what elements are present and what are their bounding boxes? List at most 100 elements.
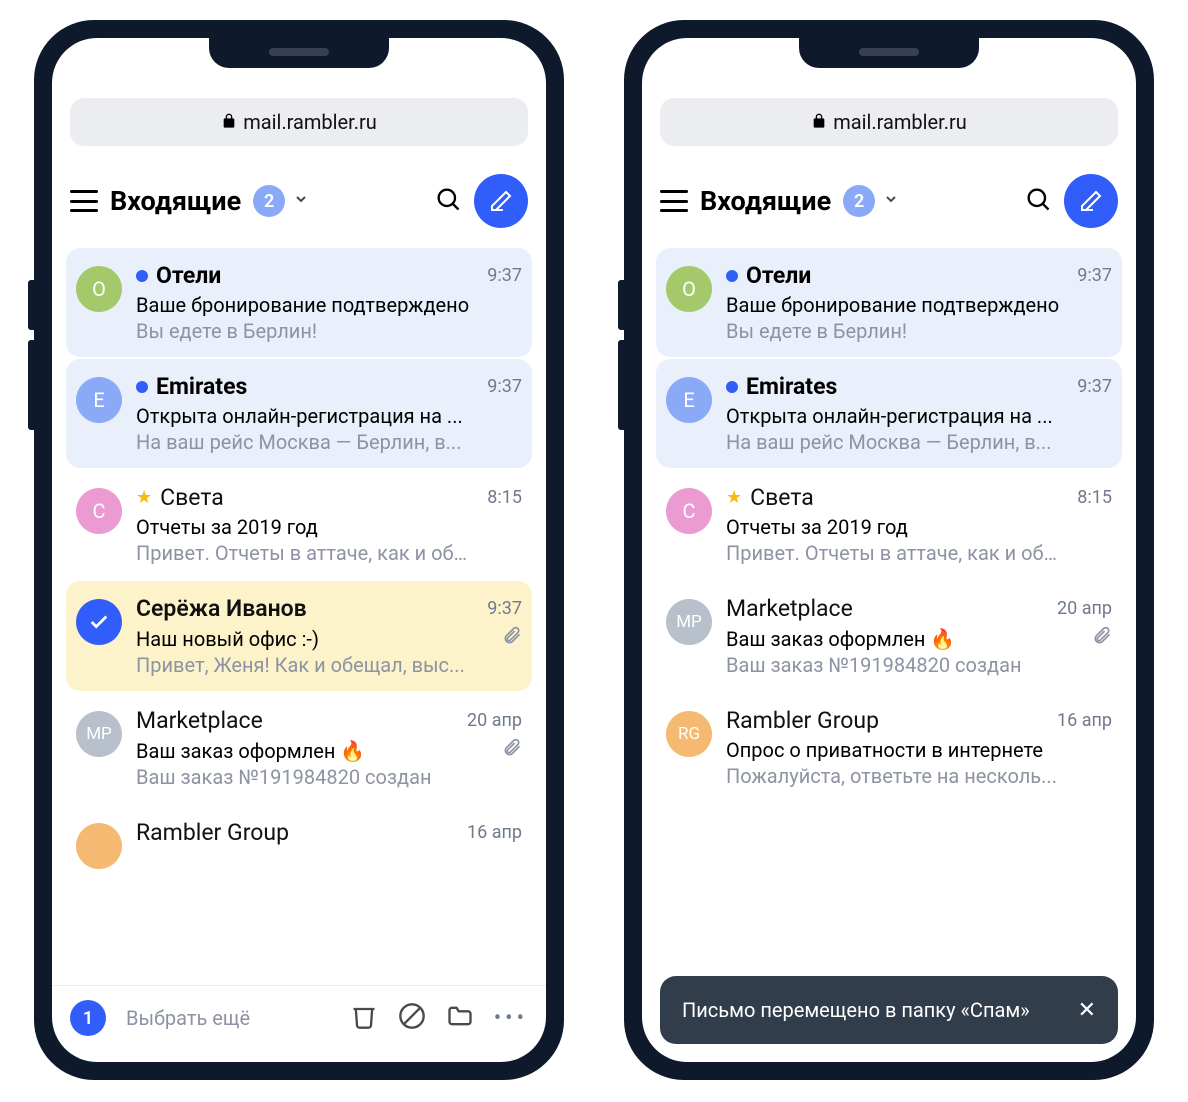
sender: Серёжа Иванов [136,595,479,622]
time: 8:15 [487,487,522,508]
time: 9:37 [1077,376,1112,397]
folder-icon[interactable] [446,1002,474,1034]
preview: Пожалуйста, ответьте на несколь... [726,764,1112,788]
sender: Rambler Group [726,707,1049,734]
screen-left: mail.rambler.ru Входящие 2 О [52,38,546,1062]
sender: Rambler Group [136,819,459,846]
email-list-right[interactable]: О Отели 9:37 Ваше бронирование подтвержд… [642,248,1136,1062]
folder-title[interactable]: Входящие [700,185,831,217]
email-row[interactable]: О Отели 9:37 Ваше бронирование подтвержд… [656,248,1122,357]
time: 20 апр [1057,598,1112,619]
avatar[interactable]: О [76,266,122,312]
speaker [859,48,919,56]
avatar[interactable]: E [76,377,122,423]
attachment-icon [502,738,522,763]
avatar[interactable] [76,823,122,869]
email-row[interactable]: О Отели 9:37 Ваше бронирование подтвержд… [66,248,532,357]
email-row[interactable]: С ★ Света 8:15 Отчеты за 2019 год Привет… [66,470,532,579]
email-row-selected[interactable]: Серёжа Иванов 9:37 Наш новый офис :-) Пр… [66,581,532,691]
sender: Marketplace [136,707,459,734]
email-row[interactable]: E Emirates 9:37 Открыта онлайн-регистрац… [656,359,1122,468]
avatar[interactable]: E [666,377,712,423]
spam-icon[interactable] [398,1002,426,1034]
more-icon[interactable]: ••• [494,1006,528,1031]
time: 9:37 [1077,265,1112,286]
preview: Привет. Отчеты в аттаче, как и об… [726,541,1112,565]
speaker [269,48,329,56]
avatar[interactable]: RG [666,711,712,757]
compose-button[interactable] [1064,174,1118,228]
star-icon[interactable]: ★ [726,487,742,508]
avatar[interactable]: MP [76,711,122,757]
url-text: mail.rambler.ru [243,110,377,134]
unread-badge: 2 [253,185,285,217]
menu-icon[interactable] [70,190,98,212]
chevron-down-icon[interactable] [293,191,309,211]
time: 8:15 [1077,487,1112,508]
selected-count[interactable]: 1 [70,1000,106,1036]
search-icon[interactable] [434,185,462,217]
delete-icon[interactable] [350,1002,378,1034]
menu-icon[interactable] [660,190,688,212]
phone-left: mail.rambler.ru Входящие 2 О [34,20,564,1080]
preview: На ваш рейс Москва — Берлин, в... [726,430,1112,454]
subject: Наш новый офис :-) [136,626,522,651]
subject: Ваш заказ оформлен 🔥 [726,626,1112,651]
select-more-button[interactable]: Выбрать ещё [126,1006,250,1030]
email-row[interactable]: RG Rambler Group 16 апр Опрос о приватно… [656,693,1122,802]
avatar[interactable]: О [666,266,712,312]
screen-right: mail.rambler.ru Входящие 2 О [642,38,1136,1062]
time: 9:37 [487,265,522,286]
avatar[interactable]: MP [666,599,712,645]
toast-text: Письмо перемещено в папку «Спам» [682,996,1066,1024]
preview: Ваш заказ №191984820 создан [726,653,1112,677]
preview: На ваш рейс Москва — Берлин, в... [136,430,522,454]
sender: Света [750,484,1069,511]
url-bar[interactable]: mail.rambler.ru [660,98,1118,146]
email-row[interactable]: Rambler Group 16 апр [66,805,532,883]
star-icon[interactable]: ★ [136,487,152,508]
unread-dot-icon [136,270,148,282]
email-row[interactable]: MP Marketplace 20 апр Ваш заказ оформлен… [66,693,532,803]
email-row[interactable]: MP Marketplace 20 апр Ваш заказ оформлен… [656,581,1122,691]
subject: Ваше бронирование подтверждено [726,293,1112,317]
preview: Привет. Отчеты в аттаче, как и об… [136,541,522,565]
sender: Emirates [746,373,1069,400]
compose-button[interactable] [474,174,528,228]
time: 16 апр [467,822,522,843]
lock-icon [221,110,237,134]
toast-notification: Письмо перемещено в папку «Спам» ✕ [660,976,1118,1044]
attachment-icon [1092,626,1112,651]
preview: Вы едете в Берлин! [136,319,522,343]
unread-dot-icon [136,381,148,393]
subject: Отчеты за 2019 год [136,515,522,539]
header: Входящие 2 [642,164,1136,248]
avatar[interactable]: С [76,488,122,534]
subject: Опрос о приватности в интернете [726,738,1112,762]
attachment-icon [502,626,522,651]
lock-icon [811,110,827,134]
subject: Открыта онлайн-регистрация на ... [136,404,522,428]
unread-dot-icon [726,381,738,393]
preview: Вы едете в Берлин! [726,319,1112,343]
search-icon[interactable] [1024,185,1052,217]
folder-title[interactable]: Входящие [110,185,241,217]
close-icon[interactable]: ✕ [1078,998,1096,1023]
email-row[interactable]: E Emirates 9:37 Открыта онлайн-регистрац… [66,359,532,468]
selection-toolbar: 1 Выбрать ещё ••• [52,985,546,1062]
unread-badge: 2 [843,185,875,217]
url-bar[interactable]: mail.rambler.ru [70,98,528,146]
email-row[interactable]: С ★ Света 8:15 Отчеты за 2019 год Привет… [656,470,1122,579]
sender: Света [160,484,479,511]
time: 9:37 [487,598,522,619]
checkmark-icon[interactable] [76,599,122,645]
sender: Отели [746,262,1069,289]
preview: Привет, Женя! Как и обещал, выс... [136,653,522,677]
subject: Отчеты за 2019 год [726,515,1112,539]
subject: Открыта онлайн-регистрация на ... [726,404,1112,428]
chevron-down-icon[interactable] [883,191,899,211]
preview: Ваш заказ №191984820 создан [136,765,522,789]
email-list-left[interactable]: О Отели 9:37 Ваше бронирование подтвержд… [52,248,546,985]
avatar[interactable]: С [666,488,712,534]
time: 20 апр [467,710,522,731]
